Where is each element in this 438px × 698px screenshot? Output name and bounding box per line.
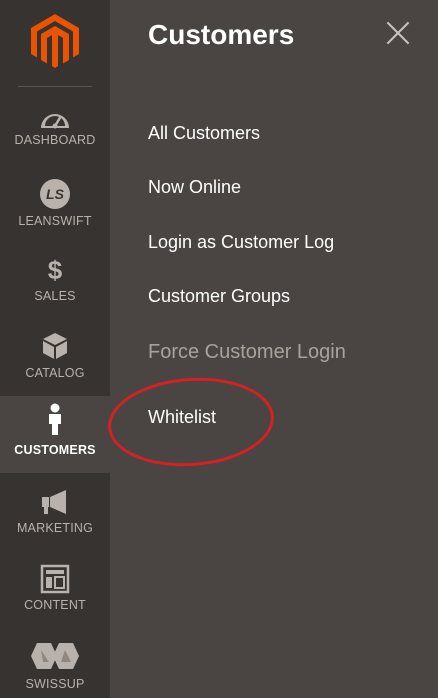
nav-item-marketing[interactable]: MARKETING — [0, 484, 110, 562]
nav-item-sales[interactable]: $ SALES — [0, 251, 110, 329]
nav-label-dashboard: DASHBOARD — [14, 133, 96, 147]
submenu-item-now-online[interactable]: Now Online — [148, 177, 241, 198]
logo-divider — [18, 86, 92, 87]
magento-logo-icon — [31, 14, 79, 68]
nav-label-catalog: CATALOG — [25, 366, 85, 380]
nav-label-leanswift: LEANSWIFT — [18, 214, 92, 228]
admin-nav-rail: DASHBOARD LS LEANSWIFT $ SALES CATALOG C… — [0, 0, 110, 698]
dollar-icon: $ — [47, 255, 63, 285]
submenu-item-whitelist[interactable]: Whitelist — [148, 407, 216, 428]
layout-icon — [40, 564, 70, 594]
swissup-icon — [31, 643, 79, 669]
nav-item-catalog[interactable]: CATALOG — [0, 328, 110, 406]
megaphone-icon — [42, 490, 66, 514]
submenu-title: Customers — [148, 19, 295, 50]
box-icon — [43, 333, 67, 359]
nav-label-customers: CUSTOMERS — [14, 443, 96, 457]
close-icon[interactable] — [385, 20, 411, 46]
person-icon — [49, 403, 61, 435]
submenu-item-customer-groups[interactable]: Customer Groups — [148, 286, 290, 307]
nav-item-dashboard[interactable]: DASHBOARD — [0, 98, 110, 176]
nav-item-leanswift[interactable]: LS LEANSWIFT — [0, 176, 110, 254]
submenu-heading-force-customer-login: Force Customer Login — [148, 341, 346, 363]
leanswift-ls-icon: LS — [40, 179, 70, 209]
submenu-item-login-as-customer-log[interactable]: Login as Customer Log — [148, 232, 334, 253]
nav-label-marketing: MARKETING — [16, 521, 94, 535]
nav-item-customers[interactable]: CUSTOMERS — [0, 396, 110, 473]
nav-item-swissup[interactable]: SWISSUP — [0, 638, 110, 698]
customers-submenu-panel: Customers All Customers Now Online Login… — [110, 0, 438, 698]
nav-label-swissup: SWISSUP — [25, 677, 85, 691]
nav-label-sales: SALES — [34, 289, 76, 303]
nav-label-content: CONTENT — [24, 598, 86, 612]
magento-logo[interactable] — [0, 0, 110, 87]
submenu-item-all-customers[interactable]: All Customers — [148, 123, 260, 144]
nav-item-content[interactable]: CONTENT — [0, 560, 110, 638]
